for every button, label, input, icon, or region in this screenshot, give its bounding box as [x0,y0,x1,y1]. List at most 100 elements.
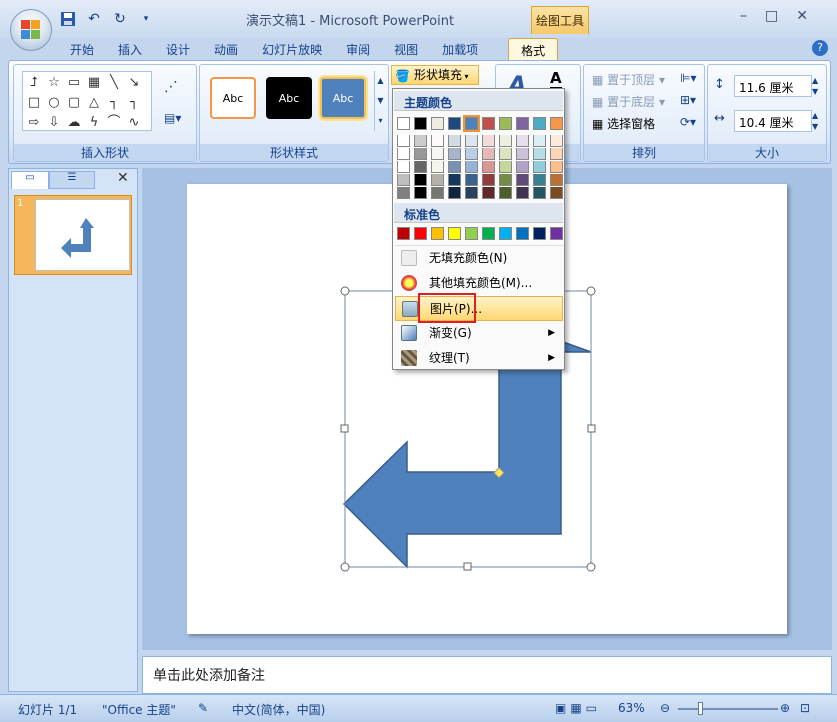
width-input[interactable]: 10.4 厘米 [734,110,812,132]
resize-handle[interactable] [340,562,350,572]
resize-handle[interactable] [463,562,472,571]
theme-shade-swatch[interactable] [516,148,529,160]
tab-home[interactable]: 开始 [58,38,106,60]
theme-shade-swatch[interactable] [431,148,444,160]
resize-handle[interactable] [340,286,350,296]
theme-shade-swatch[interactable] [550,135,563,147]
theme-shade-swatch[interactable] [482,187,495,199]
customize-toolbar-icon[interactable]: ▾ [136,9,156,29]
resize-handle[interactable] [586,286,596,296]
theme-shade-swatch[interactable] [414,135,427,147]
shape-icon[interactable] [145,94,163,112]
textbox-icon[interactable]: ▤▾ [164,111,181,125]
theme-shade-swatch[interactable] [516,174,529,186]
gradient-item[interactable]: 渐变(G) ▶ [395,321,563,346]
tab-addins[interactable]: 加载项 [430,38,490,60]
style-thumb-blue-selected[interactable]: Abc [318,75,368,121]
shape-icon[interactable]: ▦ [85,74,103,92]
bring-to-front-button[interactable]: ▦ 置于顶层 ▾ [592,71,665,88]
help-icon[interactable]: ? [812,40,828,56]
theme-shade-swatch[interactable] [414,148,427,160]
zoom-out-icon[interactable]: ⊖ [660,701,670,715]
theme-shade-swatch[interactable] [431,174,444,186]
theme-shade-swatch[interactable] [533,187,546,199]
standard-color-swatch[interactable] [482,227,495,240]
theme-shade-swatch[interactable] [414,174,427,186]
minimize-icon[interactable]: – [740,8,747,24]
standard-color-swatch[interactable] [431,227,444,240]
standard-color-swatch[interactable] [499,227,512,240]
theme-shade-swatch[interactable] [414,161,427,173]
resize-handle[interactable] [587,424,596,433]
shape-icon[interactable]: ⇨ [25,114,43,132]
resize-handle[interactable] [340,424,349,433]
standard-color-swatch[interactable] [550,227,563,240]
shape-icon[interactable]: ⇩ [45,114,63,132]
style-gallery-scroll[interactable]: ▲ ▼ ▾ [374,71,386,131]
selection-pane-button[interactable]: ▦ 选择窗格 [592,115,655,132]
standard-color-swatch[interactable] [516,227,529,240]
undo-icon[interactable]: ↶ [84,9,104,29]
align-icon[interactable]: ⊫▾ [680,71,696,85]
theme-shade-swatch[interactable] [397,187,410,199]
tab-design[interactable]: 设计 [154,38,202,60]
redo-icon[interactable]: ↻ [110,9,130,29]
no-fill-item[interactable]: 无填充颜色(N) [395,245,563,270]
theme-shade-swatch[interactable] [431,161,444,173]
tab-animations[interactable]: 动画 [202,38,250,60]
theme-shade-swatch[interactable] [482,174,495,186]
shape-fill-button[interactable]: 🪣 形状填充 ▾ [391,65,479,85]
shape-icon[interactable]: ┐ [105,94,123,112]
shape-icon[interactable] [145,74,163,92]
theme-shade-swatch[interactable] [465,135,478,147]
group-icon[interactable]: ⊞▾ [680,93,696,107]
slides-tab-icon[interactable]: ▭ [11,171,49,189]
shape-icon[interactable]: ┐ [125,94,143,112]
spellcheck-icon[interactable]: ✎ [198,701,208,715]
maximize-icon[interactable]: □ [765,8,778,24]
zoom-slider-thumb[interactable] [698,702,703,715]
theme-color-swatch[interactable] [397,117,410,130]
close-panel-icon[interactable]: ✕ [117,170,129,186]
theme-shade-swatch[interactable] [448,161,461,173]
tab-slideshow[interactable]: 幻灯片放映 [250,38,334,60]
shape-icon[interactable]: ▭ [65,74,83,92]
shape-icon[interactable]: □ [25,94,43,112]
zoom-in-icon[interactable]: ⊕ [780,701,790,715]
notes-pane[interactable]: 单击此处添加备注 [142,656,832,694]
theme-shade-swatch[interactable] [397,135,410,147]
theme-shade-swatch[interactable] [448,135,461,147]
theme-shade-swatch[interactable] [516,161,529,173]
theme-shade-swatch[interactable] [448,174,461,186]
rotate-icon[interactable]: ⟳▾ [680,115,696,129]
theme-shade-swatch[interactable] [499,187,512,199]
standard-color-swatch[interactable] [533,227,546,240]
tab-format[interactable]: 格式 [508,38,559,60]
tab-insert[interactable]: 插入 [106,38,154,60]
theme-shade-swatch[interactable] [431,135,444,147]
theme-shade-swatch[interactable] [533,148,546,160]
theme-shade-swatch[interactable] [397,174,410,186]
shape-icon[interactable]: ⌒ [105,114,123,132]
theme-shade-swatch[interactable] [550,148,563,160]
shape-icon[interactable]: ▢ [65,94,83,112]
width-spinner[interactable]: ▲ ▼ [812,110,818,132]
theme-shade-swatch[interactable] [550,174,563,186]
shape-icon[interactable]: ϟ [85,114,103,132]
theme-color-swatch[interactable] [550,117,563,130]
tab-review[interactable]: 审阅 [334,38,382,60]
standard-color-swatch[interactable] [414,227,427,240]
view-buttons[interactable]: ▣▦▭ [555,701,601,715]
theme-shade-swatch[interactable] [482,161,495,173]
shape-icon[interactable]: △ [85,94,103,112]
theme-shade-swatch[interactable] [533,174,546,186]
shapes-gallery[interactable]: ⮥ ☆ ▭ ▦ ╲ ↘ □ ○ ▢ △ ┐ ┐ ⇨ ⇩ ☁ ϟ ⌒ ∿ [22,71,152,131]
theme-shade-swatch[interactable] [397,148,410,160]
shape-icon[interactable]: ⮥ [25,74,43,92]
edit-shape-icon[interactable]: ⋰ [164,79,178,95]
theme-color-swatch[interactable] [533,117,546,130]
theme-shade-swatch[interactable] [499,148,512,160]
shape-icon[interactable]: ☆ [45,74,63,92]
zoom-level[interactable]: 63% [618,701,645,715]
office-button[interactable] [10,9,52,51]
